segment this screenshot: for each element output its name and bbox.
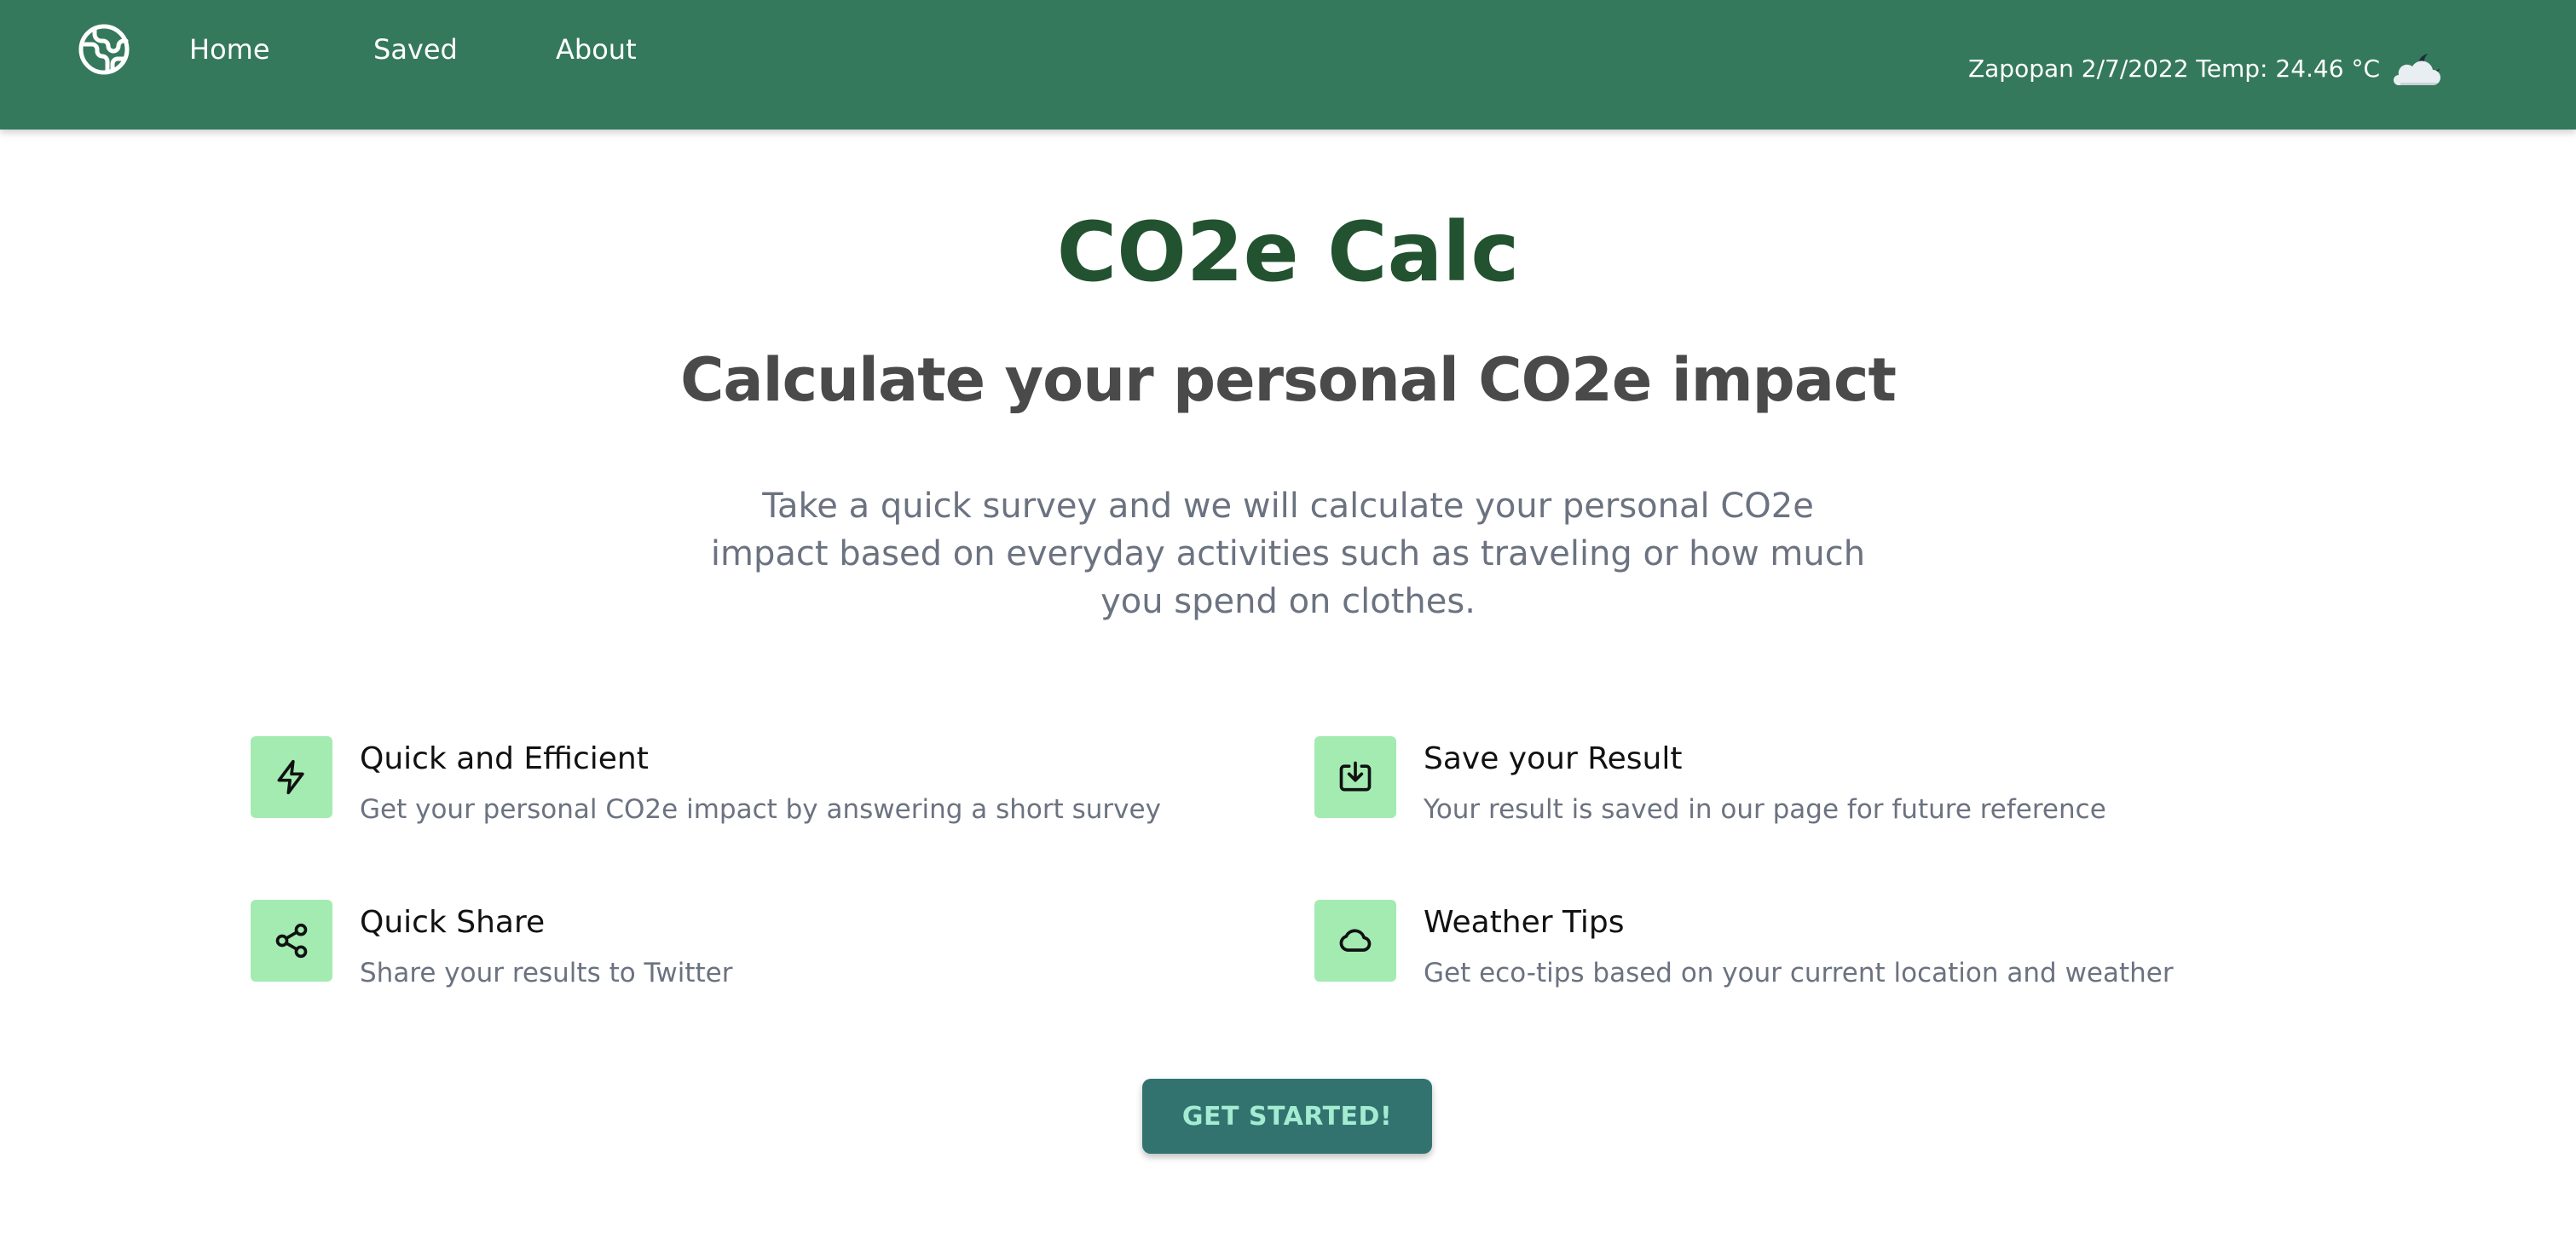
feature-text: Weather Tips Get eco-tips based on your … <box>1424 900 2174 992</box>
feature-description: Share your results to Twitter <box>360 958 733 988</box>
feature-description: Get eco-tips based on your current locat… <box>1424 958 2174 988</box>
feature-text: Quick Share Share your results to Twitte… <box>360 900 732 992</box>
download-icon <box>1314 736 1396 818</box>
page-subtitle: Calculate your personal CO2e impact <box>680 345 1897 415</box>
navbar: Home Saved About Zapopan 2/7/2022 Temp: … <box>0 0 2576 130</box>
feature-description: Get your personal CO2e impact by answeri… <box>360 794 1161 825</box>
partly-cloudy-night-icon <box>2394 52 2443 85</box>
weather-text: Zapopan 2/7/2022 Temp: 24.46 °C <box>1967 55 2380 83</box>
feature-weather-tips: Weather Tips Get eco-tips based on your … <box>1314 900 2174 992</box>
feature-save-result: Save your Result Your result is saved in… <box>1314 736 2106 828</box>
feature-title: Quick Share <box>360 905 546 940</box>
intro-text: Take a quick survey and we will calculat… <box>710 487 1866 621</box>
feature-title: Save your Result <box>1424 741 1683 776</box>
nav-link-home[interactable]: Home <box>189 31 270 68</box>
feature-text: Save your Result Your result is saved in… <box>1424 736 2106 828</box>
feature-description: Your result is saved in our page for fut… <box>1424 794 2106 825</box>
feature-quick-efficient: Quick and Efficient Get your personal CO… <box>251 736 1161 828</box>
lightning-icon <box>251 736 332 818</box>
globe-icon[interactable] <box>77 22 131 77</box>
nav-link-saved[interactable]: Saved <box>373 31 458 68</box>
get-started-button[interactable]: GET STARTED! <box>1142 1079 1432 1154</box>
feature-quick-share: Quick Share Share your results to Twitte… <box>251 900 732 992</box>
nav-link-about[interactable]: About <box>556 31 637 68</box>
feature-text: Quick and Efficient Get your personal CO… <box>360 736 1161 828</box>
cloud-icon <box>1314 900 1396 982</box>
weather-widget: Zapopan 2/7/2022 Temp: 24.46 °C <box>1968 49 2448 89</box>
feature-title: Quick and Efficient <box>360 741 649 776</box>
feature-title: Weather Tips <box>1424 905 1625 940</box>
share-icon <box>251 900 332 982</box>
page-title: CO2e Calc <box>1056 205 1520 300</box>
